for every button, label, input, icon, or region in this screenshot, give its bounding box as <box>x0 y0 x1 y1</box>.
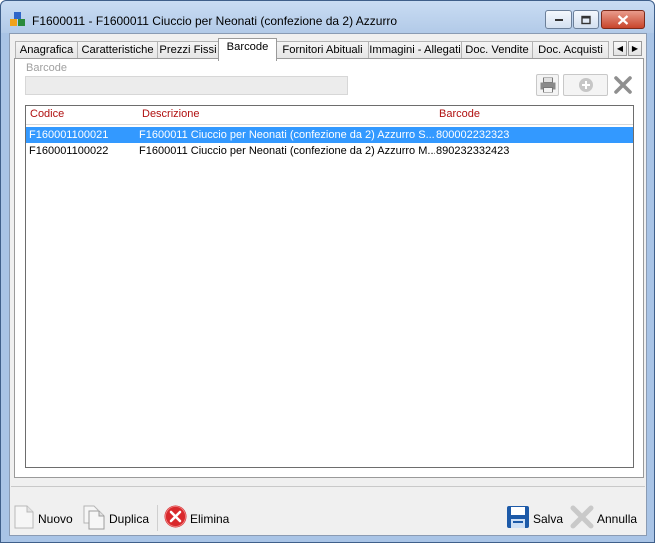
barcode-input[interactable] <box>25 76 348 95</box>
main-window: F1600011 - F1600011 Ciuccio per Neonati … <box>0 0 655 543</box>
delete-barcode-button[interactable] <box>611 74 634 96</box>
barcode-grid[interactable]: Codice Descrizione Barcode F160001100021… <box>25 105 634 468</box>
salva-label: Salva <box>533 512 564 526</box>
duplicate-icon <box>83 505 105 530</box>
salva-button[interactable]: Salva <box>506 500 566 530</box>
duplica-button[interactable]: Duplica <box>83 500 151 530</box>
column-header-codice[interactable]: Codice <box>30 106 64 123</box>
close-icon <box>617 14 629 25</box>
table-row[interactable]: F160001100021 F1600011 Ciuccio per Neona… <box>26 127 633 143</box>
cell-descrizione: F1600011 Ciuccio per Neonati (confezione… <box>139 145 435 157</box>
cell-barcode: 890232332423 <box>436 145 510 157</box>
maximize-icon <box>581 15 591 24</box>
barcode-panel: Barcode Codice Descrizione Barcode F1600… <box>14 58 644 478</box>
elimina-label: Elimina <box>190 512 230 526</box>
print-icon <box>540 77 555 93</box>
error-circle-icon <box>164 505 187 528</box>
cell-descrizione: F1600011 Ciuccio per Neonati (confezione… <box>139 129 435 141</box>
floppy-disk-icon <box>507 506 529 528</box>
tab-barcode[interactable]: Barcode <box>218 38 277 61</box>
footer-button-separator <box>157 505 158 531</box>
cell-barcode: 800002232323 <box>436 129 510 141</box>
column-header-barcode[interactable]: Barcode <box>439 106 480 123</box>
minimize-icon <box>554 18 563 21</box>
delete-x-icon <box>613 76 632 94</box>
arrow-right-icon: ▶ <box>631 44 639 53</box>
title-bar[interactable]: F1600011 - F1600011 Ciuccio per Neonati … <box>1 1 654 33</box>
close-button[interactable] <box>601 10 645 29</box>
new-document-icon <box>14 505 34 529</box>
cell-codice: F160001100021 <box>29 129 109 141</box>
annulla-button[interactable]: Annulla <box>570 500 642 530</box>
print-button[interactable] <box>536 74 559 96</box>
minimize-button[interactable] <box>545 10 572 29</box>
app-icon <box>10 12 25 26</box>
cancel-x-icon <box>570 505 594 529</box>
grid-header-divider <box>26 124 633 125</box>
barcode-label: Barcode <box>26 62 67 74</box>
arrow-left-icon: ◀ <box>616 44 624 53</box>
grid-header: Codice Descrizione Barcode <box>26 106 633 123</box>
client-area: Anagrafica Caratteristiche Prezzi Fissi … <box>9 33 647 536</box>
window-title: F1600011 - F1600011 Ciuccio per Neonati … <box>32 14 398 28</box>
nuovo-label: Nuovo <box>38 512 73 526</box>
tab-scroll-left-button[interactable]: ◀ <box>613 41 627 56</box>
column-header-descrizione[interactable]: Descrizione <box>142 106 199 123</box>
elimina-button[interactable]: Elimina <box>164 500 234 530</box>
tab-strip: Anagrafica Caratteristiche Prezzi Fissi … <box>15 38 643 61</box>
add-barcode-button[interactable] <box>563 74 608 96</box>
footer-divider <box>11 486 645 487</box>
cell-codice: F160001100022 <box>29 145 109 157</box>
add-circle-icon <box>578 78 593 92</box>
tab-scroll-right-button[interactable]: ▶ <box>628 41 642 56</box>
duplica-label: Duplica <box>109 512 150 526</box>
table-row[interactable]: F160001100022 F1600011 Ciuccio per Neona… <box>26 143 633 159</box>
annulla-label: Annulla <box>597 512 638 526</box>
nuovo-button[interactable]: Nuovo <box>14 500 76 530</box>
maximize-button[interactable] <box>573 10 599 29</box>
